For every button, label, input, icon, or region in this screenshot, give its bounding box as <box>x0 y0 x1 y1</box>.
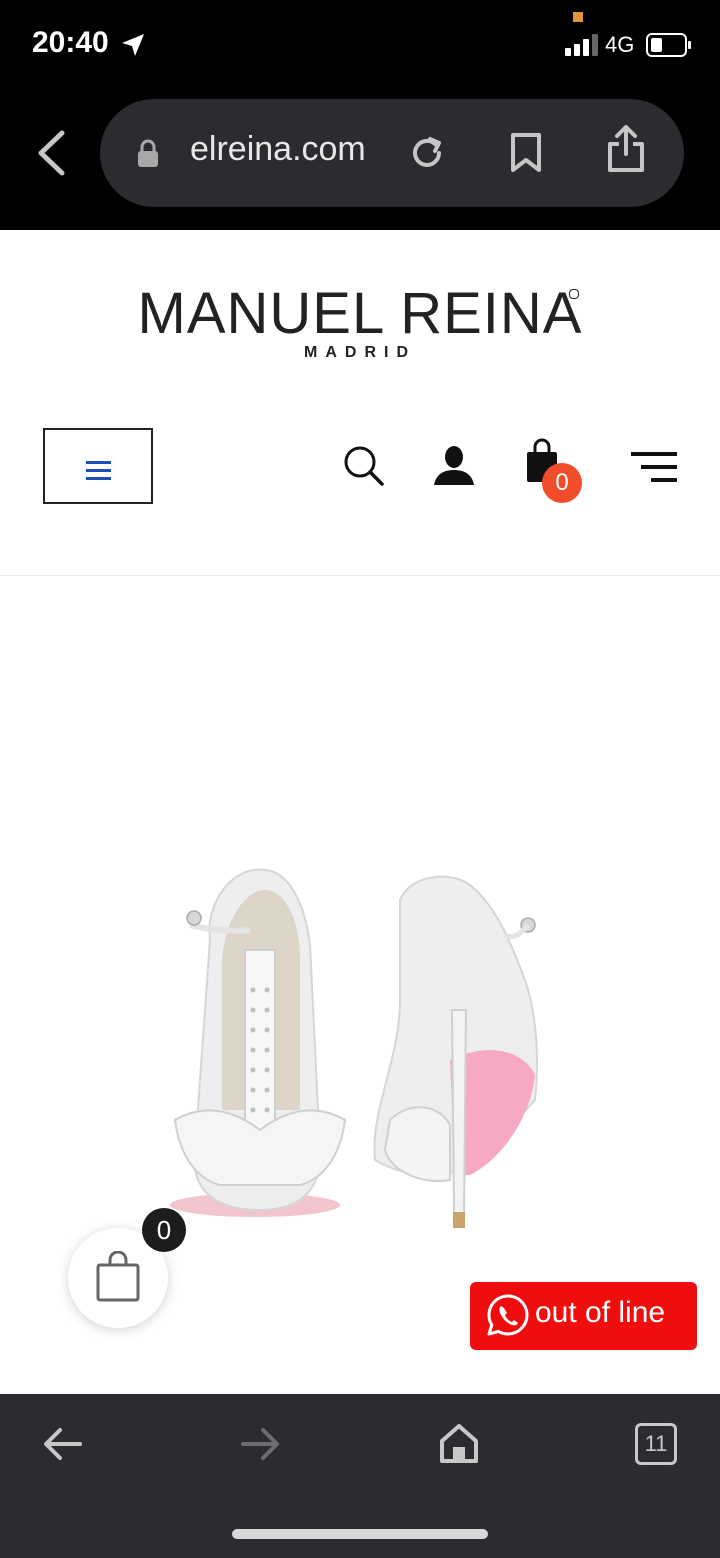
signal-icon <box>565 34 598 56</box>
forward-arrow-icon[interactable] <box>240 1427 280 1461</box>
status-time: 20:40 <box>32 26 109 59</box>
brand-subtitle: MADRID <box>304 344 416 361</box>
url-text[interactable]: elreina.com <box>190 130 366 169</box>
network-type: 4G <box>605 32 635 57</box>
filter-menu-icon[interactable] <box>631 450 679 486</box>
floating-bag-icon <box>96 1251 140 1302</box>
floating-cart-count: 0 <box>142 1208 186 1252</box>
header-divider <box>0 575 720 576</box>
address-bar[interactable] <box>100 99 684 207</box>
home-icon[interactable] <box>439 1422 479 1464</box>
registered-mark <box>569 289 579 299</box>
back-arrow-icon[interactable] <box>43 1427 83 1461</box>
brand-logo[interactable]: MANUEL REINA <box>0 280 720 347</box>
whatsapp-icon <box>487 1294 529 1336</box>
account-icon[interactable] <box>433 444 475 486</box>
home-indicator <box>232 1529 488 1539</box>
lock-icon <box>138 139 158 167</box>
reload-icon[interactable] <box>408 134 446 172</box>
cart-count-badge[interactable]: 0 <box>542 463 582 503</box>
search-icon[interactable] <box>342 444 386 488</box>
share-icon[interactable] <box>606 124 646 174</box>
battery-icon <box>646 33 691 57</box>
whatsapp-label[interactable]: out of line <box>535 1296 665 1330</box>
product-image[interactable] <box>150 860 570 1240</box>
tabs-button[interactable]: 11 <box>635 1423 677 1465</box>
hamburger-icon <box>86 461 111 480</box>
bookmark-icon[interactable] <box>509 132 543 174</box>
recording-dot <box>573 12 583 22</box>
location-arrow-icon <box>122 34 144 56</box>
back-chevron-icon[interactable] <box>36 130 66 176</box>
